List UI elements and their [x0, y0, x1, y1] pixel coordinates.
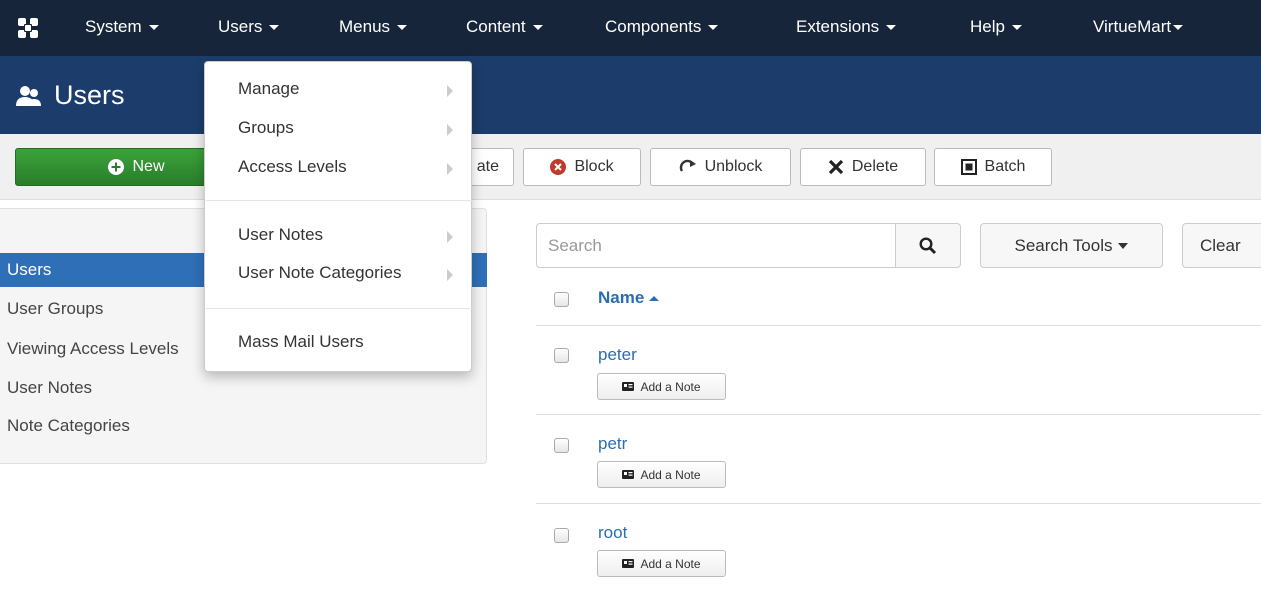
search-button[interactable] [895, 223, 961, 268]
page-title: Users [54, 80, 125, 110]
chevron-down-icon [269, 25, 280, 31]
submenu-arrow-icon [447, 85, 453, 97]
batch-button[interactable]: Batch [934, 148, 1052, 186]
submenu-arrow-icon [447, 124, 453, 136]
submenu-arrow-icon [447, 269, 453, 281]
note-card-icon [622, 382, 635, 391]
row-divider [536, 414, 1261, 415]
row-divider [536, 503, 1261, 504]
row-checkbox[interactable] [554, 528, 569, 543]
menu-item-mass-mail-users[interactable]: Mass Mail Users [238, 332, 364, 352]
users-icon [16, 86, 41, 106]
chevron-down-icon [148, 25, 159, 31]
menu-item-user-note-categories[interactable]: User Note Categories [238, 263, 401, 283]
menu-item-user-notes[interactable]: User Notes [238, 225, 323, 245]
user-link-peter[interactable]: peter [598, 345, 637, 365]
note-card-icon [622, 470, 635, 479]
nav-help[interactable]: Help [970, 17, 1022, 37]
search-input[interactable]: Search [536, 223, 896, 268]
note-card-icon [622, 559, 635, 568]
nav-virtuemart[interactable]: VirtueMart [1093, 17, 1184, 37]
nav-users[interactable]: Users [218, 17, 280, 37]
nav-content[interactable]: Content [466, 17, 543, 37]
nav-system[interactable]: System [85, 17, 159, 37]
refresh-icon [679, 159, 697, 175]
chevron-down-icon [1118, 242, 1129, 249]
joomla-logo-icon[interactable] [15, 15, 41, 41]
menu-divider [206, 200, 472, 201]
name-column-header[interactable]: Name [598, 288, 660, 308]
menu-item-manage[interactable]: Manage [238, 79, 299, 99]
chevron-down-icon [397, 25, 408, 31]
delete-x-icon [828, 159, 844, 175]
nav-components[interactable]: Components [605, 17, 719, 37]
top-navbar: System Users Menus Content Components Ex… [0, 0, 1261, 56]
select-all-checkbox[interactable] [554, 292, 569, 307]
chevron-down-icon [886, 25, 897, 31]
user-link-petr[interactable]: petr [598, 434, 627, 454]
search-icon [919, 236, 937, 254]
unblock-button[interactable]: Unblock [650, 148, 791, 186]
page-header: Users [0, 56, 1261, 134]
submenu-arrow-icon [447, 231, 453, 243]
plus-circle-icon [108, 159, 125, 175]
menu-item-access-levels[interactable]: Access Levels [238, 157, 347, 177]
toolbar: New ate Block Unblock Delete Batch [0, 134, 1261, 200]
add-note-button[interactable]: Add a Note [597, 461, 726, 488]
block-button[interactable]: Block [523, 148, 641, 186]
block-icon [550, 159, 567, 175]
nav-menus[interactable]: Menus [339, 17, 408, 37]
chevron-down-icon [1011, 25, 1022, 31]
users-dropdown-menu: Manage Groups Access Levels User Notes U… [204, 61, 472, 372]
chevron-down-icon [532, 25, 543, 31]
menu-divider [206, 308, 472, 309]
sidebar-item-note-categories[interactable]: Note Categories [0, 409, 487, 443]
menu-item-groups[interactable]: Groups [238, 118, 294, 138]
clear-button[interactable]: Clear [1182, 223, 1261, 268]
submenu-arrow-icon [447, 163, 453, 175]
add-note-button[interactable]: Add a Note [597, 373, 726, 400]
row-checkbox[interactable] [554, 438, 569, 453]
nav-extensions[interactable]: Extensions [796, 17, 897, 37]
add-note-button[interactable]: Add a Note [597, 550, 726, 577]
delete-button[interactable]: Delete [800, 148, 926, 186]
sidebar-item-user-notes[interactable]: User Notes [0, 371, 487, 405]
chevron-down-icon [1173, 25, 1184, 31]
row-divider [536, 325, 1261, 326]
user-link-root[interactable]: root [598, 523, 627, 543]
row-checkbox[interactable] [554, 348, 569, 363]
batch-icon [960, 159, 977, 175]
sort-ascending-icon [649, 296, 660, 302]
search-tools-button[interactable]: Search Tools [980, 223, 1163, 268]
chevron-down-icon [708, 25, 719, 31]
